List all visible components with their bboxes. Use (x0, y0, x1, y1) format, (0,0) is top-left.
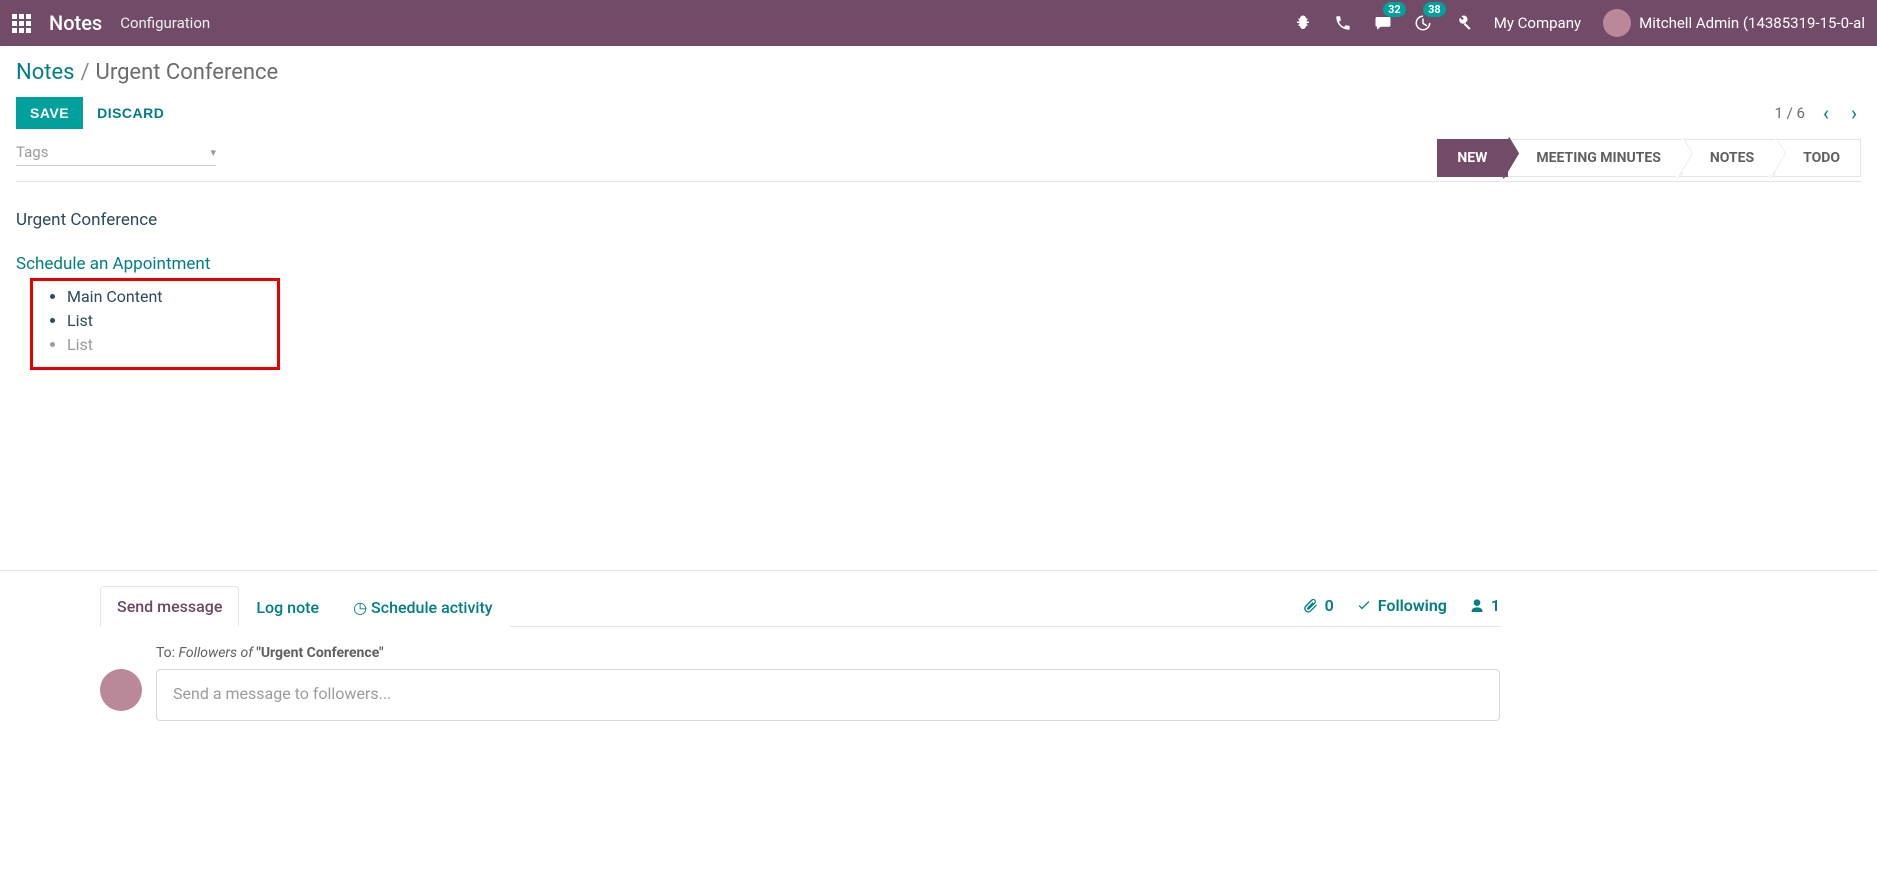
user-name: Mitchell Admin (14385319-15-0-al (1639, 14, 1865, 32)
nav-right: 32 38 My Company Mitchell Admin (1438531… (1294, 9, 1865, 37)
control-bar: Notes / Urgent Conference SAVE DISCARD 1… (0, 46, 1877, 129)
schedule-appointment-link[interactable]: Schedule an Appointment (16, 254, 1861, 274)
attachments-button[interactable]: 0 (1303, 596, 1334, 615)
stage-notes[interactable]: NOTES (1682, 139, 1775, 177)
stage-new[interactable]: NEW (1437, 139, 1508, 177)
attach-count: 0 (1325, 596, 1334, 615)
menu-configuration[interactable]: Configuration (120, 14, 210, 32)
tags-placeholder: Tags (16, 143, 48, 161)
stage-meeting-minutes[interactable]: MEETING MINUTES (1508, 139, 1681, 177)
breadcrumb-root[interactable]: Notes (16, 60, 74, 85)
top-navbar: Notes Configuration 32 38 My Company Mit… (0, 0, 1877, 46)
form-sheet: Tags ▾ NEW MEETING MINUTES NOTES TODO Ur… (0, 129, 1877, 370)
tab-schedule-label: Schedule activity (371, 598, 493, 617)
debug-icon[interactable] (1294, 14, 1312, 32)
nav-left: Notes Configuration (12, 11, 210, 35)
tags-field[interactable]: Tags ▾ (16, 139, 216, 166)
breadcrumb-sep: / (80, 60, 89, 85)
activities-icon[interactable]: 38 (1414, 14, 1432, 32)
chevron-down-icon: ▾ (210, 146, 216, 159)
list-item[interactable]: List (67, 309, 271, 333)
tab-schedule-activity[interactable]: ◷Schedule activity (336, 587, 510, 627)
save-button[interactable]: SAVE (16, 97, 83, 129)
breadcrumb: Notes / Urgent Conference (16, 60, 1861, 85)
clock-icon: ◷ (353, 598, 367, 617)
app-brand[interactable]: Notes (49, 11, 102, 35)
tab-log-note[interactable]: Log note (239, 587, 336, 627)
composer: To: Followers of "Urgent Conference" Sen… (100, 627, 1500, 721)
discard-button[interactable]: DISCARD (83, 97, 178, 129)
user-menu[interactable]: Mitchell Admin (14385319-15-0-al (1603, 9, 1865, 37)
chatter: Send message Log note ◷Schedule activity… (100, 585, 1500, 721)
phone-icon[interactable] (1334, 14, 1352, 32)
following-label: Following (1378, 596, 1447, 615)
pager-text[interactable]: 1 / 6 (1774, 104, 1805, 122)
compose-avatar (100, 669, 142, 711)
avatar-icon (1603, 9, 1631, 37)
messages-icon[interactable]: 32 (1374, 14, 1392, 32)
action-row: SAVE DISCARD 1 / 6 ‹ › (16, 97, 1861, 129)
chatter-tabs: Send message Log note ◷Schedule activity… (100, 585, 1500, 627)
check-icon (1356, 598, 1372, 614)
paperclip-icon (1303, 598, 1319, 614)
form-top-row: Tags ▾ NEW MEETING MINUTES NOTES TODO (16, 139, 1861, 182)
to-followers: Followers of (179, 645, 257, 661)
tools-icon[interactable] (1454, 14, 1472, 32)
to-line: To: Followers of "Urgent Conference" (156, 645, 1500, 661)
chatter-right: 0 Following 1 (1303, 596, 1500, 615)
statusbar: NEW MEETING MINUTES NOTES TODO (1437, 139, 1861, 177)
pager-prev[interactable]: ‹ (1819, 101, 1833, 125)
breadcrumb-current: Urgent Conference (96, 60, 279, 85)
stage-todo[interactable]: TODO (1775, 139, 1861, 177)
list-item[interactable]: Main Content (67, 285, 271, 309)
followers-button[interactable]: 1 (1469, 596, 1500, 615)
message-input[interactable]: Send a message to followers... (156, 669, 1500, 721)
user-icon (1469, 598, 1485, 614)
messages-badge: 32 (1383, 2, 1406, 17)
tab-send-message[interactable]: Send message (100, 586, 239, 627)
apps-icon[interactable] (12, 14, 31, 33)
pager: 1 / 6 ‹ › (1774, 101, 1861, 125)
note-title[interactable]: Urgent Conference (16, 210, 1861, 230)
following-button[interactable]: Following (1356, 596, 1447, 615)
note-body[interactable]: Urgent Conference Schedule an Appointmen… (16, 182, 1861, 370)
list-item[interactable]: List (67, 333, 271, 357)
to-label: To: (156, 645, 175, 661)
highlighted-list: Main Content List List (30, 278, 280, 370)
pager-next[interactable]: › (1847, 101, 1861, 125)
chatter-wrap: Send message Log note ◷Schedule activity… (0, 570, 1877, 721)
to-subject: "Urgent Conference" (256, 645, 383, 661)
followers-count: 1 (1491, 596, 1500, 615)
activities-badge: 38 (1423, 2, 1446, 17)
company-switcher[interactable]: My Company (1494, 14, 1581, 32)
compose-row: Send a message to followers... (100, 669, 1500, 721)
